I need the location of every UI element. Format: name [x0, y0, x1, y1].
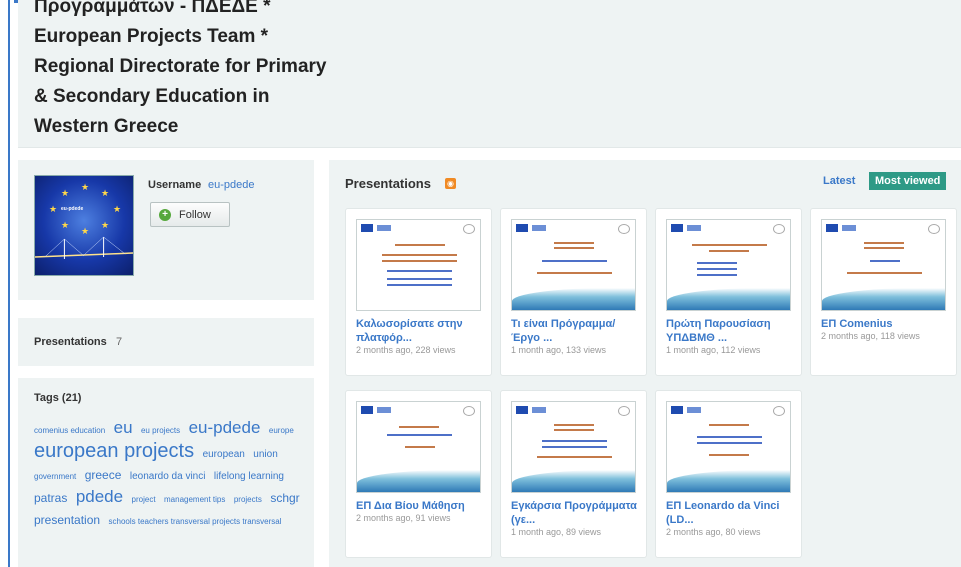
- avatar-label: eu-pdede: [61, 206, 84, 212]
- tag-link[interactable]: eu-pdede: [189, 418, 261, 437]
- tag-link[interactable]: europe: [269, 426, 294, 435]
- tags-panel: Tags (21) comenius education eu eu proje…: [18, 378, 314, 567]
- bridge-graphic: [35, 236, 133, 259]
- presentation-card[interactable]: ΕΠ Leonardo da Vinci (LD... 2 months ago…: [655, 390, 802, 558]
- tag-link[interactable]: presentation: [34, 513, 100, 527]
- slide-thumbnail[interactable]: [356, 219, 481, 311]
- presentation-meta: 1 month ago, 112 views: [666, 345, 761, 355]
- presentation-card[interactable]: ΕΠ Comenius 2 months ago, 118 views: [810, 208, 957, 376]
- presentation-title-link[interactable]: ΕΠ Comenius: [821, 317, 951, 331]
- slide-thumbnail[interactable]: [511, 401, 636, 493]
- page-title: Προγραμμάτων - ΠΔΕΔΕ * European Projects…: [34, 0, 454, 142]
- presentation-meta: 2 months ago, 118 views: [821, 331, 920, 341]
- title-line: & Secondary Education in: [34, 86, 270, 107]
- tag-link[interactable]: european: [203, 449, 245, 460]
- tab-latest[interactable]: Latest: [823, 175, 855, 187]
- tab-most-viewed[interactable]: Most viewed: [869, 172, 947, 190]
- tag-link[interactable]: leonardo da vinci: [130, 471, 206, 482]
- presentation-card[interactable]: Πρώτη Παρουσίαση ΥΠΔΒΜΘ ... 1 month ago,…: [655, 208, 802, 376]
- tag-link[interactable]: patras: [34, 491, 67, 505]
- avatar[interactable]: ★ ★ ★ ★ ★ ★ ★ ★ eu-pdede: [34, 175, 134, 276]
- presentation-title-link[interactable]: Καλωσορίσατε στην πλατφόρ...: [356, 317, 486, 345]
- presentation-card[interactable]: Εγκάρσια Προγράμματα (γε... 1 month ago,…: [500, 390, 647, 558]
- title-line: Western Greece: [34, 116, 179, 137]
- slide-thumbnail[interactable]: [666, 219, 791, 311]
- slide-thumbnail[interactable]: [666, 401, 791, 493]
- tag-link[interactable]: european projects: [34, 440, 194, 462]
- title-line: Προγραμμάτων - ΠΔΕΔΕ *: [34, 0, 271, 17]
- presentation-card[interactable]: ΕΠ Δια Βίου Μάθηση 2 months ago, 91 view…: [345, 390, 492, 558]
- tag-link[interactable]: project: [132, 495, 156, 504]
- tag-link[interactable]: government: [34, 472, 76, 481]
- tag-link[interactable]: union: [253, 449, 277, 460]
- tag-link[interactable]: schools teachers transversal projects tr…: [109, 517, 282, 526]
- tags-heading: Tags (21): [34, 392, 82, 404]
- tag-link[interactable]: pdede: [76, 487, 123, 506]
- title-line: European Projects Team *: [34, 26, 269, 47]
- presentation-meta: 1 month ago, 133 views: [511, 345, 607, 355]
- presentation-title-link[interactable]: ΕΠ Leonardo da Vinci (LD...: [666, 499, 796, 527]
- presentation-meta: 2 months ago, 80 views: [666, 527, 761, 537]
- left-accent-rule: [8, 0, 10, 567]
- tag-link[interactable]: schgr: [270, 491, 299, 505]
- slide-thumbnail[interactable]: [511, 219, 636, 311]
- tag-link[interactable]: eu: [114, 418, 133, 437]
- presentation-title-link[interactable]: Εγκάρσια Προγράμματα (γε...: [511, 499, 641, 527]
- slide-thumbnail[interactable]: [821, 219, 946, 311]
- username-label: Username: [148, 179, 202, 191]
- presentation-card[interactable]: Καλωσορίσατε στην πλατφόρ... 2 months ag…: [345, 208, 492, 376]
- rss-icon[interactable]: ◉: [445, 178, 456, 189]
- tag-link[interactable]: management tips: [164, 495, 225, 504]
- presentation-card[interactable]: Τι είναι Πρόγραμμα/Έργο ... 1 month ago,…: [500, 208, 647, 376]
- tag-link[interactable]: lifelong learning: [214, 471, 284, 482]
- presentation-title-link[interactable]: ΕΠ Δια Βίου Μάθηση: [356, 499, 486, 513]
- username-link[interactable]: eu-pdede: [208, 179, 255, 191]
- presentations-count-value: 7: [116, 336, 123, 348]
- presentation-meta: 1 month ago, 89 views: [511, 527, 602, 537]
- follow-label: Follow: [179, 208, 211, 221]
- presentation-title-link[interactable]: Τι είναι Πρόγραμμα/Έργο ...: [511, 317, 641, 345]
- presentations-heading: Presentations: [345, 176, 431, 191]
- page: Προγραμμάτων - ΠΔΕΔΕ * European Projects…: [0, 0, 961, 567]
- presentations-panel: Presentations ◉ Latest Most viewed Καλωσ…: [329, 160, 961, 567]
- tag-link[interactable]: comenius education: [34, 426, 105, 435]
- presentation-title-link[interactable]: Πρώτη Παρουσίαση ΥΠΔΒΜΘ ...: [666, 317, 796, 345]
- presentation-meta: 2 months ago, 228 views: [356, 345, 456, 355]
- tag-link[interactable]: projects: [234, 495, 262, 504]
- tag-link[interactable]: greece: [85, 468, 122, 482]
- presentation-meta: 2 months ago, 91 views: [356, 513, 451, 523]
- title-line: Regional Directorate for Primary: [34, 56, 327, 77]
- follow-button[interactable]: + Follow: [150, 202, 230, 227]
- tag-link[interactable]: eu projects: [141, 426, 180, 435]
- profile-panel: ★ ★ ★ ★ ★ ★ ★ ★ eu-pdede Username eu-pdede + …: [18, 160, 314, 300]
- tag-cloud: comenius education eu eu projects eu-pde…: [34, 418, 306, 532]
- presentations-count-label[interactable]: Presentations: [34, 336, 107, 348]
- slide-thumbnail[interactable]: [356, 401, 481, 493]
- plus-circle-icon: +: [159, 208, 171, 221]
- presentations-count-panel: Presentations 7: [18, 318, 314, 366]
